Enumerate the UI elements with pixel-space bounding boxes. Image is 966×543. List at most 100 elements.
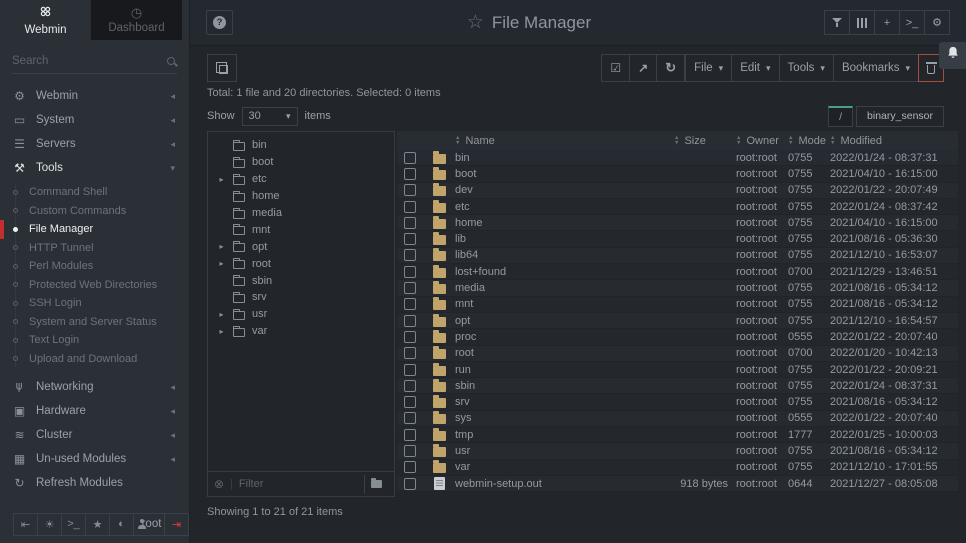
column-header-modified[interactable]: Modified — [830, 135, 958, 147]
file-row-usr[interactable]: usr root:root 0755 2021/08/16 - 05:34:12 — [397, 443, 958, 459]
header-filter-button[interactable] — [824, 10, 850, 35]
sidebar-item-custom-commands[interactable]: Custom Commands — [0, 202, 189, 221]
header-add-button[interactable]: + — [874, 10, 900, 35]
row-checkbox[interactable] — [404, 266, 416, 278]
file-row-tmp[interactable]: tmp root:root 1777 2022/01/25 - 10:00:03 — [397, 427, 958, 443]
sidebar-item-tools[interactable]: Tools ▾ — [0, 156, 189, 180]
file-row-mnt[interactable]: mnt root:root 0755 2021/08/16 - 05:34:12 — [397, 297, 958, 313]
row-checkbox[interactable] — [404, 315, 416, 327]
shell-button[interactable]: >_ — [61, 513, 86, 536]
user-button[interactable]: root — [133, 513, 165, 536]
file-row-var[interactable]: var root:root 0755 2021/12/10 - 17:01:55 — [397, 460, 958, 476]
select-all-button[interactable] — [601, 54, 630, 82]
file-row-srv[interactable]: srv root:root 0755 2021/08/16 - 05:34:12 — [397, 394, 958, 410]
copy-path-button[interactable] — [207, 54, 237, 82]
row-checkbox[interactable] — [404, 233, 416, 245]
sidebar-item-http-tunnel[interactable]: HTTP Tunnel — [0, 239, 189, 258]
file-row-opt[interactable]: opt root:root 0755 2021/12/10 - 16:54:57 — [397, 313, 958, 329]
help-button[interactable]: ? — [206, 10, 233, 35]
tree-item-srv[interactable]: srv — [208, 289, 394, 306]
file-row-sbin[interactable]: sbin root:root 0755 2022/01/24 - 08:37:3… — [397, 378, 958, 394]
tree-filter-input[interactable] — [239, 478, 358, 490]
file-row-lost-found[interactable]: lost+found root:root 0700 2021/12/29 - 1… — [397, 264, 958, 280]
row-checkbox[interactable] — [404, 168, 416, 180]
sidebar-item-hardware[interactable]: Hardware ◂ — [0, 399, 189, 423]
file-row-proc[interactable]: proc root:root 0555 2022/01/22 - 20:07:4… — [397, 329, 958, 345]
language-button[interactable]: ◐ — [109, 513, 134, 536]
sidebar-item-networking[interactable]: Networking ◂ — [0, 375, 189, 399]
logout-button[interactable]: ⇥ — [164, 513, 189, 536]
header-terminal-button[interactable]: >_ — [899, 10, 925, 35]
tree-item-home[interactable]: home — [208, 188, 394, 205]
tree-item-opt[interactable]: ▸ opt — [208, 238, 394, 255]
row-checkbox[interactable] — [404, 380, 416, 392]
tree-expander-icon[interactable]: ▸ — [217, 175, 226, 184]
header-settings-button[interactable]: ⚙ — [924, 10, 950, 35]
tree-item-sbin[interactable]: sbin — [208, 272, 394, 289]
sidebar-item-system[interactable]: System ◂ — [0, 108, 189, 132]
sidebar-item-refresh-modules[interactable]: Refresh Modules — [0, 471, 189, 495]
file-row-root[interactable]: root root:root 0700 2022/01/20 - 10:42:1… — [397, 346, 958, 362]
sidebar-item-system-and-server-status[interactable]: System and Server Status — [0, 313, 189, 332]
row-checkbox[interactable] — [404, 396, 416, 408]
row-checkbox[interactable] — [404, 298, 416, 310]
sidebar-item-servers[interactable]: Servers ◂ — [0, 132, 189, 156]
sidebar-item-un-used-modules[interactable]: Un-used Modules ◂ — [0, 447, 189, 471]
collapse-sidebar-button[interactable]: ⇤ — [13, 513, 38, 536]
row-checkbox[interactable] — [404, 347, 416, 359]
sidebar-item-ssh-login[interactable]: SSH Login — [0, 294, 189, 313]
notifications-button[interactable] — [939, 42, 966, 69]
file-menu-button[interactable]: File — [685, 54, 732, 82]
row-checkbox[interactable] — [404, 364, 416, 376]
bookmarks-menu-button[interactable]: Bookmarks — [833, 54, 919, 82]
sidebar-item-perl-modules[interactable]: Perl Modules — [0, 257, 189, 276]
page-size-select[interactable]: 30 — [242, 107, 298, 126]
column-header-size[interactable]: Size — [674, 135, 736, 147]
tab-webmin[interactable]: Webmin — [0, 0, 91, 40]
tree-item-bin[interactable]: bin — [208, 137, 394, 154]
row-checkbox[interactable] — [404, 152, 416, 164]
row-checkbox[interactable] — [404, 249, 416, 261]
row-checkbox[interactable] — [404, 412, 416, 424]
row-checkbox[interactable] — [404, 445, 416, 457]
file-row-home[interactable]: home root:root 0755 2021/04/10 - 16:15:0… — [397, 215, 958, 231]
tree-item-usr[interactable]: ▸ usr — [208, 306, 394, 323]
row-checkbox[interactable] — [404, 217, 416, 229]
file-row-lib[interactable]: lib root:root 0755 2021/08/16 - 05:36:30 — [397, 231, 958, 247]
row-checkbox[interactable] — [404, 461, 416, 473]
tree-item-media[interactable]: media — [208, 205, 394, 222]
file-row-lib64[interactable]: lib64 root:root 0755 2021/12/10 - 16:53:… — [397, 248, 958, 264]
row-checkbox[interactable] — [404, 282, 416, 294]
row-checkbox[interactable] — [404, 478, 416, 490]
path-segment-binary-sensor[interactable]: binary_sensor — [856, 106, 944, 127]
file-row-bin[interactable]: bin root:root 0755 2022/01/24 - 08:37:31 — [397, 150, 958, 166]
sidebar-item-upload-and-download[interactable]: Upload and Download — [0, 350, 189, 369]
column-header-mode[interactable]: Mode — [788, 135, 830, 147]
path-segment-root[interactable]: / — [828, 106, 853, 127]
tree-expander-icon[interactable]: ▸ — [217, 259, 226, 268]
tree-item-etc[interactable]: ▸ etc — [208, 171, 394, 188]
sidebar-item-protected-web-directories[interactable]: Protected Web Directories — [0, 276, 189, 295]
tab-dashboard[interactable]: ◷ Dashboard — [91, 0, 182, 40]
tree-expander-icon[interactable]: ▸ — [217, 310, 226, 319]
edit-menu-button[interactable]: Edit — [731, 54, 779, 82]
tree-item-boot[interactable]: boot — [208, 154, 394, 171]
column-header-name[interactable]: Name — [455, 135, 674, 147]
header-columns-button[interactable] — [849, 10, 875, 35]
clear-filter-icon[interactable] — [214, 477, 224, 491]
file-row-sys[interactable]: sys root:root 0555 2022/01/22 - 20:07:40 — [397, 411, 958, 427]
sidebar-item-text-login[interactable]: Text Login — [0, 331, 189, 350]
file-row-media[interactable]: media root:root 0755 2021/08/16 - 05:34:… — [397, 280, 958, 296]
file-row-boot[interactable]: boot root:root 0755 2021/04/10 - 16:15:0… — [397, 166, 958, 182]
sidebar-item-file-manager[interactable]: File Manager — [0, 220, 189, 239]
tools-menu-button[interactable]: Tools — [779, 54, 834, 82]
row-checkbox[interactable] — [404, 331, 416, 343]
column-header-owner[interactable]: Owner — [736, 135, 788, 147]
tree-item-root[interactable]: ▸ root — [208, 255, 394, 272]
refresh-button[interactable] — [656, 54, 685, 82]
sidebar-item-webmin[interactable]: Webmin ◂ — [0, 84, 189, 108]
file-row-dev[interactable]: dev root:root 0755 2022/01/22 - 20:07:49 — [397, 183, 958, 199]
sidebar-item-cluster[interactable]: Cluster ◂ — [0, 423, 189, 447]
tree-item-var[interactable]: ▸ var — [208, 323, 394, 340]
favorite-star-icon[interactable]: ☆ — [467, 14, 484, 32]
